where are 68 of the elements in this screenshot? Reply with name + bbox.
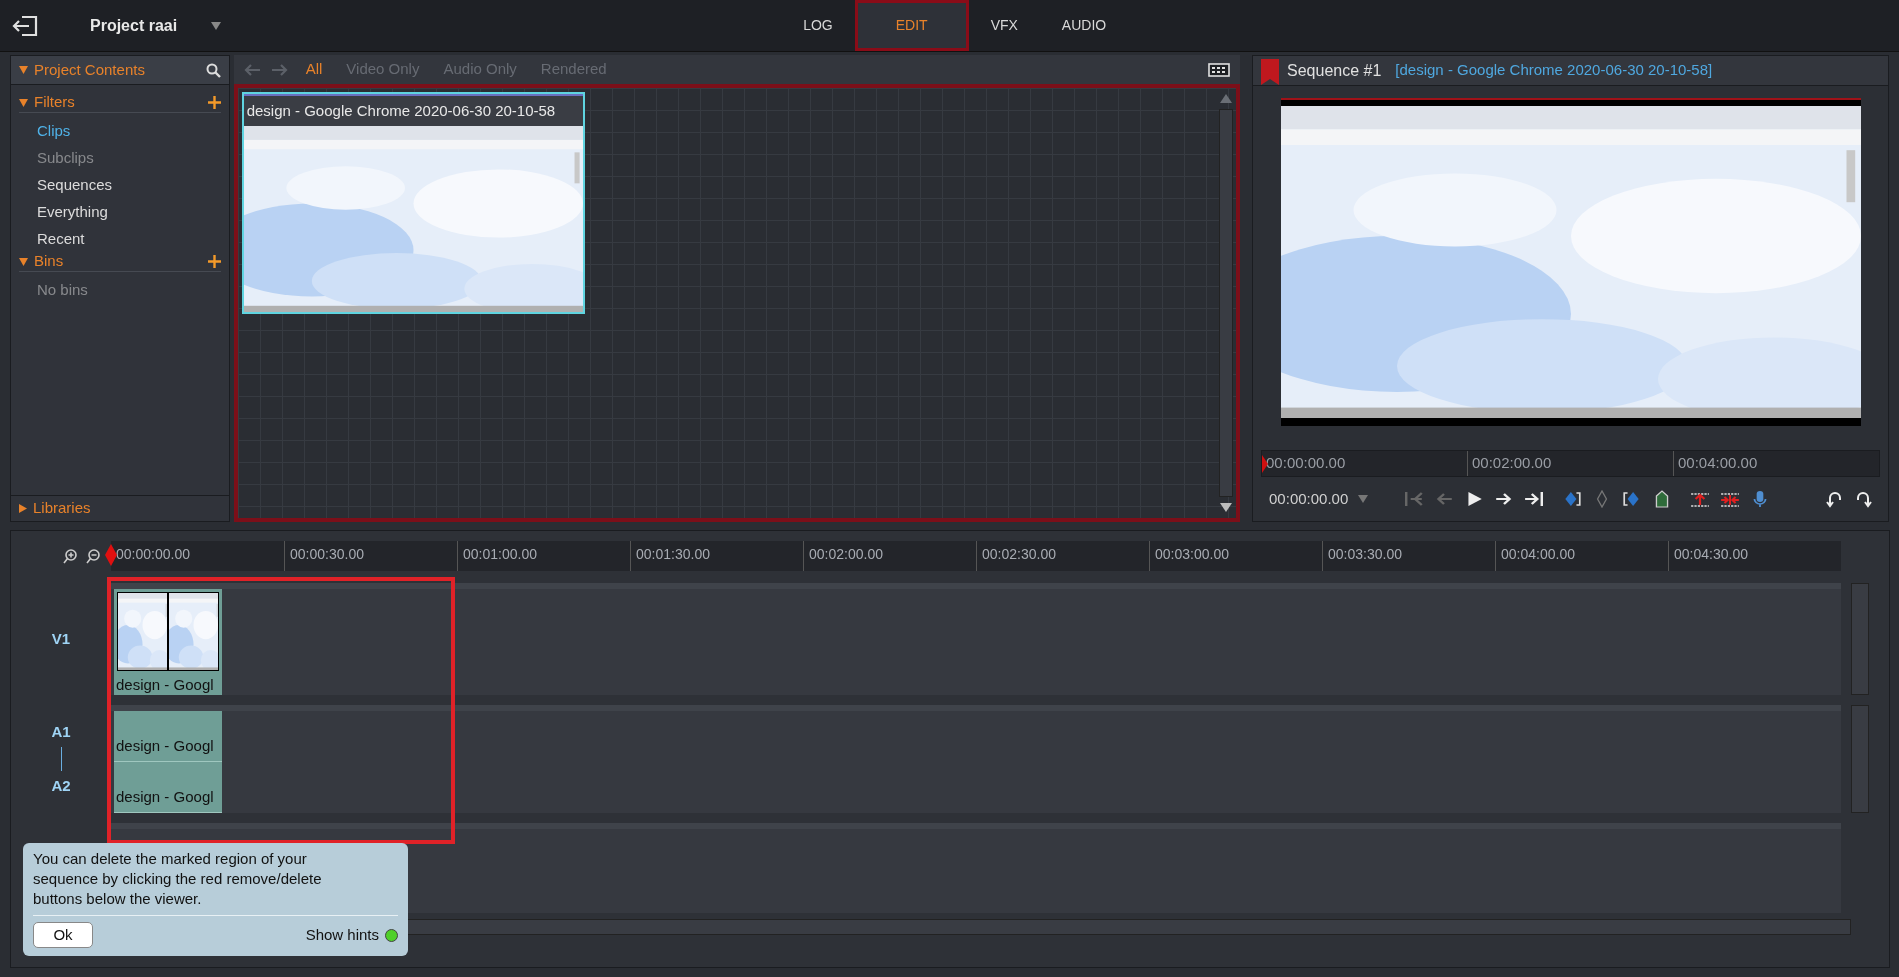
timeline-clip[interactable]: design - Googl — [114, 711, 222, 762]
filter-item[interactable]: Clips — [19, 117, 221, 144]
triangle-icon[interactable] — [19, 257, 28, 266]
time-label: 00:01:30.00 — [636, 545, 710, 564]
hints-toggle[interactable] — [385, 928, 398, 942]
plus-icon[interactable] — [207, 96, 221, 109]
scrollbar-track[interactable] — [1851, 583, 1869, 695]
zoom-out-icon[interactable] — [86, 548, 101, 564]
track-label: V1 — [51, 628, 71, 649]
section-label[interactable]: Filters — [34, 91, 208, 114]
caret-icon[interactable] — [1358, 495, 1369, 503]
skip-forward-icon[interactable] — [1524, 490, 1545, 508]
filter-tab[interactable]: All — [299, 58, 329, 81]
time-label: 00:03:00.00 — [1155, 545, 1229, 564]
scrollbar-track[interactable] — [1219, 109, 1234, 497]
triangle-icon[interactable] — [19, 504, 27, 513]
time-label: 00:03:30.00 — [1328, 545, 1402, 564]
zoom-in-icon[interactable] — [63, 548, 78, 564]
plus-icon[interactable] — [207, 255, 221, 268]
exit-icon[interactable] — [12, 14, 40, 37]
timeline-clip[interactable]: design - Googl — [114, 589, 222, 695]
scroll-up-icon[interactable] — [1220, 94, 1233, 103]
extract-icon[interactable] — [1720, 490, 1741, 508]
tab[interactable]: EDIT — [854, 0, 969, 51]
redo-icon[interactable] — [1854, 490, 1872, 508]
tab[interactable]: AUDIO — [1039, 0, 1129, 51]
clip-label: design - Googl — [115, 675, 215, 695]
panel-title: Project Contents — [34, 59, 146, 80]
time-label: 00:04:30.00 — [1674, 545, 1748, 564]
clip-card[interactable]: design - Google Chrome 2020-06-30 20-10-58 — [241, 92, 585, 314]
ok-button[interactable]: Ok — [33, 922, 93, 948]
undo-icon[interactable] — [1826, 490, 1844, 508]
clip-label: design - Googl — [115, 735, 215, 756]
time-label: 00:02:30.00 — [982, 545, 1056, 564]
track-label: A1 — [51, 721, 71, 742]
time-label: 00:01:00.00 — [463, 545, 537, 564]
scroll-down-icon[interactable] — [1220, 503, 1233, 512]
section-label[interactable]: Bins — [34, 250, 208, 273]
time-label: 00:02:00.00 — [1472, 453, 1552, 474]
timecode: 00:00:00.00 — [1269, 488, 1349, 509]
time-label: 00:00:00.00 — [116, 545, 190, 564]
track-label: A2 — [51, 776, 71, 796]
time-label: 00:00:00.00 — [1266, 453, 1346, 474]
tab[interactable]: LOG — [781, 0, 855, 51]
caret-icon[interactable] — [211, 21, 222, 30]
triangle-icon[interactable] — [19, 98, 28, 107]
filter-item[interactable]: Sequences — [19, 171, 221, 198]
filter-item[interactable]: Everything — [19, 198, 221, 225]
tab[interactable]: VFX — [968, 0, 1040, 51]
keyboard-icon[interactable] — [1208, 62, 1231, 77]
lift-icon[interactable] — [1690, 490, 1711, 508]
time-label: 00:04:00.00 — [1501, 545, 1575, 564]
clip-name: [design - Google Chrome 2020-06-30 20-10-58] — [1395, 60, 1713, 81]
hint-text: You can delete the marked region of your sequence by clicking the red remove/delete buttons below the viewer. — [33, 849, 398, 916]
scrollbar-track[interactable] — [1851, 705, 1869, 813]
sequence-title: Sequence #1 — [1287, 60, 1382, 81]
filter-item[interactable]: Recent — [19, 225, 221, 252]
show-hints-label: Show hints — [305, 924, 379, 945]
bookmark-icon — [1261, 58, 1280, 85]
time-label: 00:00:30.00 — [290, 545, 364, 564]
triangle-icon[interactable] — [19, 66, 28, 74]
time-label: 00:04:00.00 — [1678, 453, 1758, 474]
project-name: Project raai — [90, 15, 178, 36]
clip-label: design - Googl — [115, 786, 215, 807]
search-icon[interactable] — [205, 62, 221, 78]
section-label[interactable]: Libraries — [33, 497, 91, 520]
time-label: 00:02:00.00 — [809, 545, 883, 564]
timeline-clip[interactable]: design - Googl — [114, 762, 222, 813]
